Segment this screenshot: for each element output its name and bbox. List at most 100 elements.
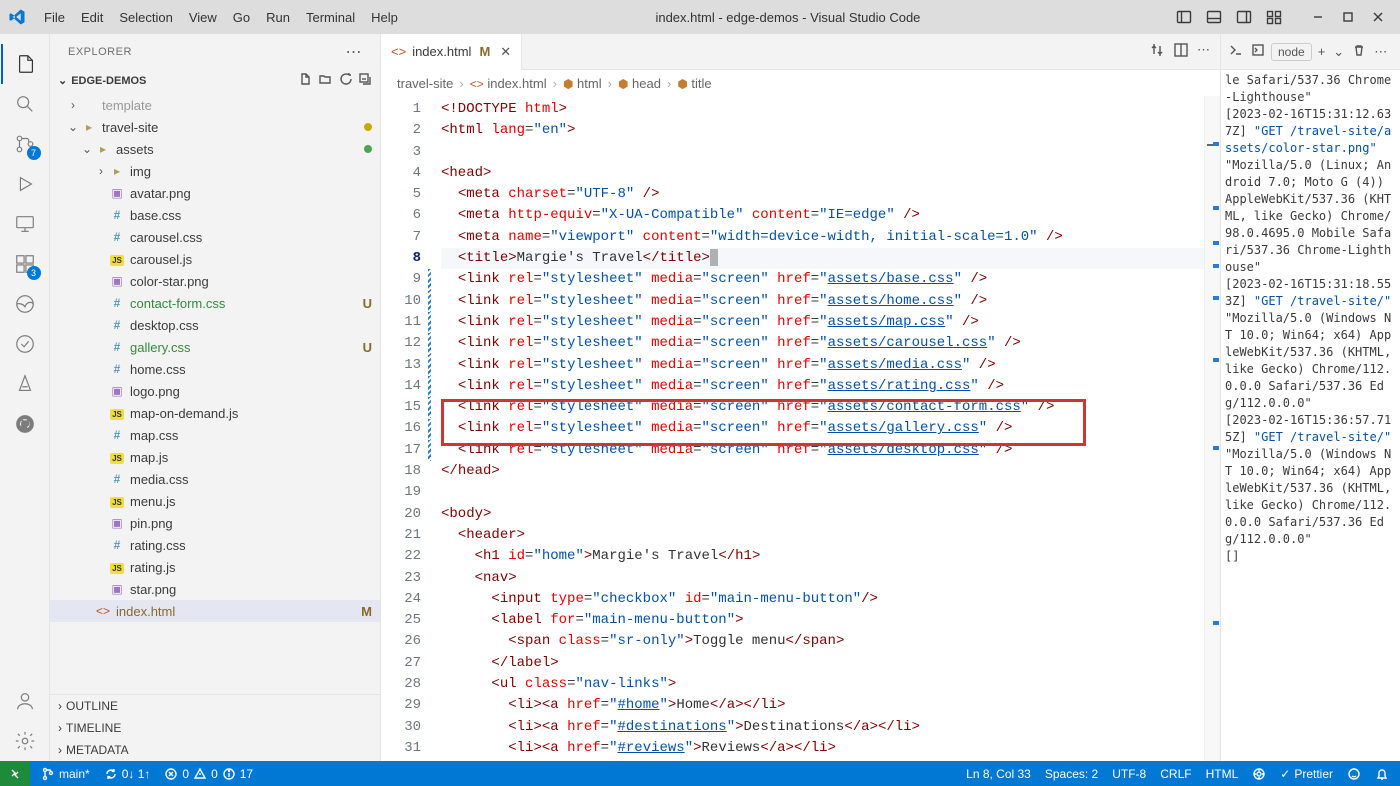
compare-changes-icon[interactable] — [1149, 42, 1165, 61]
maximize-icon[interactable] — [1334, 3, 1362, 31]
layout-panel-right-icon[interactable] — [1230, 3, 1258, 31]
menu-go[interactable]: Go — [225, 6, 258, 29]
git-branch[interactable]: main* — [34, 761, 97, 786]
notifications-icon[interactable] — [1368, 761, 1396, 786]
settings-gear-icon[interactable] — [1, 721, 49, 761]
menu-edit[interactable]: Edit — [73, 6, 111, 29]
tree-item-media-css[interactable]: #media.css — [50, 468, 380, 490]
outline-section[interactable]: ›OUTLINE — [50, 695, 380, 717]
timeline-section[interactable]: ›TIMELINE — [50, 717, 380, 739]
close-icon[interactable] — [1364, 3, 1392, 31]
language-mode[interactable]: HTML — [1199, 761, 1246, 786]
menu-help[interactable]: Help — [363, 6, 406, 29]
remote-explorer-icon[interactable] — [1, 204, 49, 244]
extensions-icon[interactable]: 3 — [1, 244, 49, 284]
tree-item-desktop-css[interactable]: #desktop.css — [50, 314, 380, 336]
breadcrumb-title[interactable]: ⬢ title — [677, 76, 711, 91]
new-terminal-icon[interactable]: + — [1316, 42, 1328, 61]
more-terminal-icon[interactable]: ⋯ — [1372, 42, 1389, 62]
eol[interactable]: CRLF — [1153, 761, 1198, 786]
tree-item-map-css[interactable]: #map.css — [50, 424, 380, 446]
code-editor[interactable]: 1234567891011121314151617181920212223242… — [381, 96, 1220, 761]
tree-item-carousel-js[interactable]: JScarousel.js — [50, 248, 380, 270]
remote-indicator[interactable] — [0, 761, 30, 786]
explorer-icon[interactable] — [1, 44, 49, 84]
tree-item-map-js[interactable]: JSmap.js — [50, 446, 380, 468]
tree-item-base-css[interactable]: #base.css — [50, 204, 380, 226]
feedback-icon[interactable] — [1340, 761, 1368, 786]
source-control-icon[interactable]: 7 — [1, 124, 49, 164]
new-folder-icon[interactable] — [318, 72, 332, 89]
tree-item-color-star-png[interactable]: ▣color-star.png — [50, 270, 380, 292]
terminal-node-label[interactable]: node — [1271, 43, 1312, 61]
tree-item-map-on-demand-js[interactable]: JSmap-on-demand.js — [50, 402, 380, 424]
terminal-profile-icon[interactable] — [1249, 41, 1267, 62]
html-file-icon: <> — [391, 44, 406, 59]
menu-view[interactable]: View — [181, 6, 225, 29]
tree-item-travel-site[interactable]: ⌄▸travel-site — [50, 116, 380, 138]
ports-icon[interactable] — [1245, 761, 1273, 786]
window-title: index.html - edge-demos - Visual Studio … — [410, 10, 1166, 25]
sync-status[interactable]: 0↓ 1↑ — [97, 761, 158, 786]
menu-file[interactable]: File — [36, 6, 73, 29]
breadcrumbs[interactable]: travel-site›<> index.html›⬢ html›⬢ head›… — [381, 70, 1220, 96]
tree-item-avatar-png[interactable]: ▣avatar.png — [50, 182, 380, 204]
terminal-dropdown-icon[interactable]: ⌄ — [1331, 42, 1346, 62]
layout-panel-left-icon[interactable] — [1170, 3, 1198, 31]
tree-item-carousel-css[interactable]: #carousel.css — [50, 226, 380, 248]
tree-item-contact-form-css[interactable]: #contact-form.cssU — [50, 292, 380, 314]
layout-customize-icon[interactable] — [1260, 3, 1288, 31]
tree-item-pin-png[interactable]: ▣pin.png — [50, 512, 380, 534]
layout-panel-bottom-icon[interactable] — [1200, 3, 1228, 31]
editor-tab-index-html[interactable]: <> index.html M ✕ — [381, 34, 522, 70]
tree-item-img[interactable]: ›▸img — [50, 160, 380, 182]
problems-status[interactable]: 0 0 17 — [157, 761, 260, 786]
collapse-all-icon[interactable] — [358, 72, 372, 89]
check-circle-icon[interactable] — [1, 324, 49, 364]
activity-bar: 7 3 — [0, 34, 50, 761]
more-actions-icon[interactable]: ⋯ — [346, 42, 363, 62]
close-tab-icon[interactable]: ✕ — [500, 44, 511, 60]
breadcrumb-index.html[interactable]: <> index.html — [470, 76, 547, 91]
menu-run[interactable]: Run — [258, 6, 298, 29]
menu-selection[interactable]: Selection — [111, 6, 180, 29]
tree-item-rating-js[interactable]: JSrating.js — [50, 556, 380, 578]
split-editor-icon[interactable] — [1173, 42, 1189, 61]
trash-icon[interactable] — [1350, 41, 1368, 62]
project-section-header[interactable]: ⌄ EDGE-DEMOS — [50, 69, 380, 92]
prettier-status[interactable]: ✓ Prettier — [1273, 761, 1340, 786]
tree-item-logo-png[interactable]: ▣logo.png — [50, 380, 380, 402]
encoding[interactable]: UTF-8 — [1105, 761, 1153, 786]
new-file-icon[interactable] — [298, 72, 312, 89]
breadcrumb-html[interactable]: ⬢ html — [563, 76, 602, 91]
account-icon[interactable] — [1, 681, 49, 721]
minimap[interactable] — [1204, 96, 1220, 761]
terminal-icon[interactable] — [1227, 41, 1245, 62]
azure-icon[interactable] — [1, 364, 49, 404]
tree-item-home-css[interactable]: #home.css — [50, 358, 380, 380]
indentation[interactable]: Spaces: 2 — [1038, 761, 1105, 786]
run-debug-icon[interactable] — [1, 164, 49, 204]
tree-item-index-html[interactable]: <>index.htmlM — [50, 600, 380, 622]
search-icon[interactable] — [1, 84, 49, 124]
terminal-output[interactable]: le Safari/537.36 Chrome-Lighthouse"[2023… — [1221, 70, 1400, 761]
metadata-section[interactable]: ›METADATA — [50, 739, 380, 761]
vscode-logo-icon — [8, 8, 26, 26]
tree-item-star-png[interactable]: ▣star.png — [50, 578, 380, 600]
tree-item-assets[interactable]: ⌄▸assets — [50, 138, 380, 160]
tree-item-gallery-css[interactable]: #gallery.cssU — [50, 336, 380, 358]
sidebar: EXPLORER ⋯ ⌄ EDGE-DEMOS ›template⌄▸trave… — [50, 34, 381, 761]
breadcrumb-travel-site[interactable]: travel-site — [397, 76, 453, 91]
tree-item-template[interactable]: ›template — [50, 94, 380, 116]
breadcrumb-head[interactable]: ⬢ head — [618, 76, 661, 91]
minimize-icon[interactable] — [1304, 3, 1332, 31]
cursor-position[interactable]: Ln 8, Col 33 — [959, 761, 1038, 786]
refresh-icon[interactable] — [338, 72, 352, 89]
menu-terminal[interactable]: Terminal — [298, 6, 363, 29]
tree-item-rating-css[interactable]: #rating.css — [50, 534, 380, 556]
more-tab-actions-icon[interactable]: ⋯ — [1197, 42, 1210, 61]
file-tree[interactable]: ›template⌄▸travel-site⌄▸assets›▸img▣avat… — [50, 92, 380, 694]
github-icon[interactable] — [1, 404, 49, 444]
tree-item-menu-js[interactable]: JSmenu.js — [50, 490, 380, 512]
edge-icon[interactable] — [1, 284, 49, 324]
